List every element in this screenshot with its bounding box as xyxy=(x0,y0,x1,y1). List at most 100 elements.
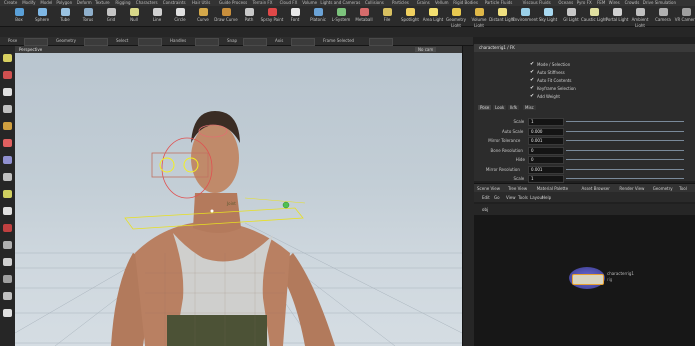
shelf-tab[interactable]: Drive Simulation xyxy=(641,0,678,6)
shelf-tab[interactable]: Particles xyxy=(390,0,411,6)
shelf-tool-vr-camera[interactable]: VR Camera xyxy=(673,8,695,25)
toolbar-field[interactable] xyxy=(138,38,162,46)
network-tab[interactable]: Scene View xyxy=(477,186,500,191)
left-tool-icon[interactable] xyxy=(3,139,12,147)
left-tool-icon[interactable] xyxy=(3,207,12,215)
left-tool-icon[interactable] xyxy=(3,54,12,62)
param-tab[interactable]: Ikfk xyxy=(508,105,520,110)
shelf-tab[interactable]: Volume xyxy=(300,0,319,6)
left-tool-icon[interactable] xyxy=(3,190,12,198)
toolbar-field[interactable] xyxy=(24,38,48,46)
network-view[interactable]: characterrig1 rig xyxy=(474,215,695,346)
param-tab[interactable]: Look xyxy=(493,105,507,110)
param-checkbox[interactable]: ✔ xyxy=(530,62,534,67)
shelf-tab[interactable]: Viscous Fluids xyxy=(521,0,553,6)
left-tool-icon[interactable] xyxy=(3,258,12,266)
network-menu-item[interactable]: Help xyxy=(542,195,551,200)
shelf-tab[interactable]: Deform xyxy=(75,0,94,6)
left-tool-icon[interactable] xyxy=(3,241,12,249)
shelf-tab[interactable]: FEM xyxy=(595,0,607,6)
toolbar-field[interactable] xyxy=(84,38,108,46)
toolbar-item[interactable]: Geometry xyxy=(56,38,76,44)
param-tab[interactable]: Misc xyxy=(523,105,536,110)
shelf-tab[interactable]: Crowds xyxy=(623,0,642,6)
3d-viewport[interactable]: Joint xyxy=(15,53,462,346)
network-tab[interactable]: Geometry xyxy=(653,186,673,191)
param-value[interactable]: 0.001 xyxy=(531,167,542,172)
network-menu-item[interactable]: Edit xyxy=(482,195,490,200)
shelf-tab[interactable]: Wires xyxy=(607,0,622,6)
toolbar-item[interactable]: Frame Selected xyxy=(323,38,354,44)
toolbar-item[interactable]: Pose xyxy=(8,38,17,44)
shelf-tab[interactable]: Rigging xyxy=(113,0,132,6)
network-tab[interactable]: Material Palette xyxy=(537,186,568,191)
shelf-tab[interactable]: Polygon xyxy=(54,0,74,6)
param-value[interactable]: 0.000 xyxy=(531,129,542,134)
shelf-tab[interactable]: Model xyxy=(38,0,54,6)
param-checkbox[interactable]: ✔ xyxy=(530,78,534,83)
network-tab[interactable]: Render View xyxy=(619,186,644,191)
param-value[interactable]: 0 xyxy=(531,148,534,153)
toolbar-field[interactable] xyxy=(243,38,267,46)
camera-menu[interactable]: No cam xyxy=(415,47,437,52)
param-checkbox[interactable]: ✔ xyxy=(530,86,534,91)
shelf-tab[interactable]: Rigid Bodies xyxy=(451,0,480,6)
toolbar-field[interactable] xyxy=(291,38,315,46)
left-tool-icon[interactable] xyxy=(3,156,12,164)
left-tool-icon[interactable] xyxy=(3,88,12,96)
param-slider[interactable] xyxy=(566,121,684,122)
shelf-tab[interactable]: Vellum xyxy=(433,0,451,6)
left-tool-icon[interactable] xyxy=(3,105,12,113)
param-slider[interactable] xyxy=(566,159,684,160)
shelf-tab[interactable]: Constraints xyxy=(161,0,188,6)
shelf-tab[interactable]: Hair Utils xyxy=(190,0,212,6)
toolbar-item[interactable]: Axis xyxy=(275,38,283,44)
param-tab[interactable]: Pose xyxy=(478,105,492,110)
left-tool-icon[interactable] xyxy=(3,173,12,181)
network-tab[interactable]: Asset Browser xyxy=(582,186,610,191)
network-menu-item[interactable]: Go xyxy=(494,195,500,200)
param-value[interactable]: 0 xyxy=(531,157,534,162)
toolbar-field[interactable] xyxy=(369,38,393,46)
shelf-tab[interactable]: Characters xyxy=(134,0,160,6)
param-value[interactable]: 0.001 xyxy=(531,138,542,143)
left-tool-icon[interactable] xyxy=(3,309,12,317)
shelf-tab[interactable]: Cloud FX xyxy=(278,0,300,6)
left-tool-icon[interactable] xyxy=(3,122,12,130)
left-tool-icon[interactable] xyxy=(3,224,12,232)
toolbar-item[interactable]: Snap xyxy=(227,38,237,44)
shelf-tab[interactable]: Oceans xyxy=(556,0,575,6)
shelf-tab[interactable]: Create xyxy=(2,0,19,6)
viewport-view-label[interactable]: Perspective xyxy=(19,47,42,52)
param-slider[interactable] xyxy=(566,168,684,170)
toolbar-field[interactable] xyxy=(195,38,219,46)
left-tool-icon[interactable] xyxy=(3,292,12,300)
param-value[interactable]: 1 xyxy=(531,119,534,124)
shelf-tab[interactable]: Pyro FX xyxy=(575,0,594,6)
toolbar-item[interactable]: Handles xyxy=(170,38,186,44)
shelf-tab[interactable]: Collisions xyxy=(363,0,386,6)
network-menu-item[interactable]: View xyxy=(506,195,516,200)
network-tab[interactable]: Tree View xyxy=(508,186,527,191)
param-checkbox[interactable]: ✔ xyxy=(530,94,534,99)
left-tool-icon[interactable] xyxy=(3,275,12,283)
network-path-label[interactable]: obj xyxy=(482,207,488,212)
param-slider[interactable] xyxy=(566,178,684,179)
network-tab[interactable]: Tool xyxy=(679,186,687,191)
shelf-tab[interactable]: Lights and Cameras xyxy=(318,0,362,6)
toolbar-item[interactable]: Select xyxy=(116,38,128,44)
param-checkbox[interactable]: ✔ xyxy=(530,70,534,75)
param-slider[interactable] xyxy=(566,130,684,132)
network-menu-item[interactable]: Tools xyxy=(518,195,528,200)
shelf-tab[interactable]: Modify xyxy=(20,0,37,6)
param-slider[interactable] xyxy=(566,140,684,141)
param-value[interactable]: 1 xyxy=(531,176,534,181)
shelf-tab[interactable]: Grains xyxy=(415,0,432,6)
left-tool-icon[interactable] xyxy=(3,71,12,79)
shelf-tab[interactable]: Guide Process xyxy=(217,0,249,6)
param-slider[interactable] xyxy=(566,149,684,151)
node-characterrig1[interactable] xyxy=(572,274,604,285)
shelf-tab[interactable]: Particle Fluids xyxy=(483,0,515,6)
shelf-tab[interactable]: Texture xyxy=(93,0,112,6)
shelf-tab[interactable]: Terrain FX xyxy=(251,0,275,6)
